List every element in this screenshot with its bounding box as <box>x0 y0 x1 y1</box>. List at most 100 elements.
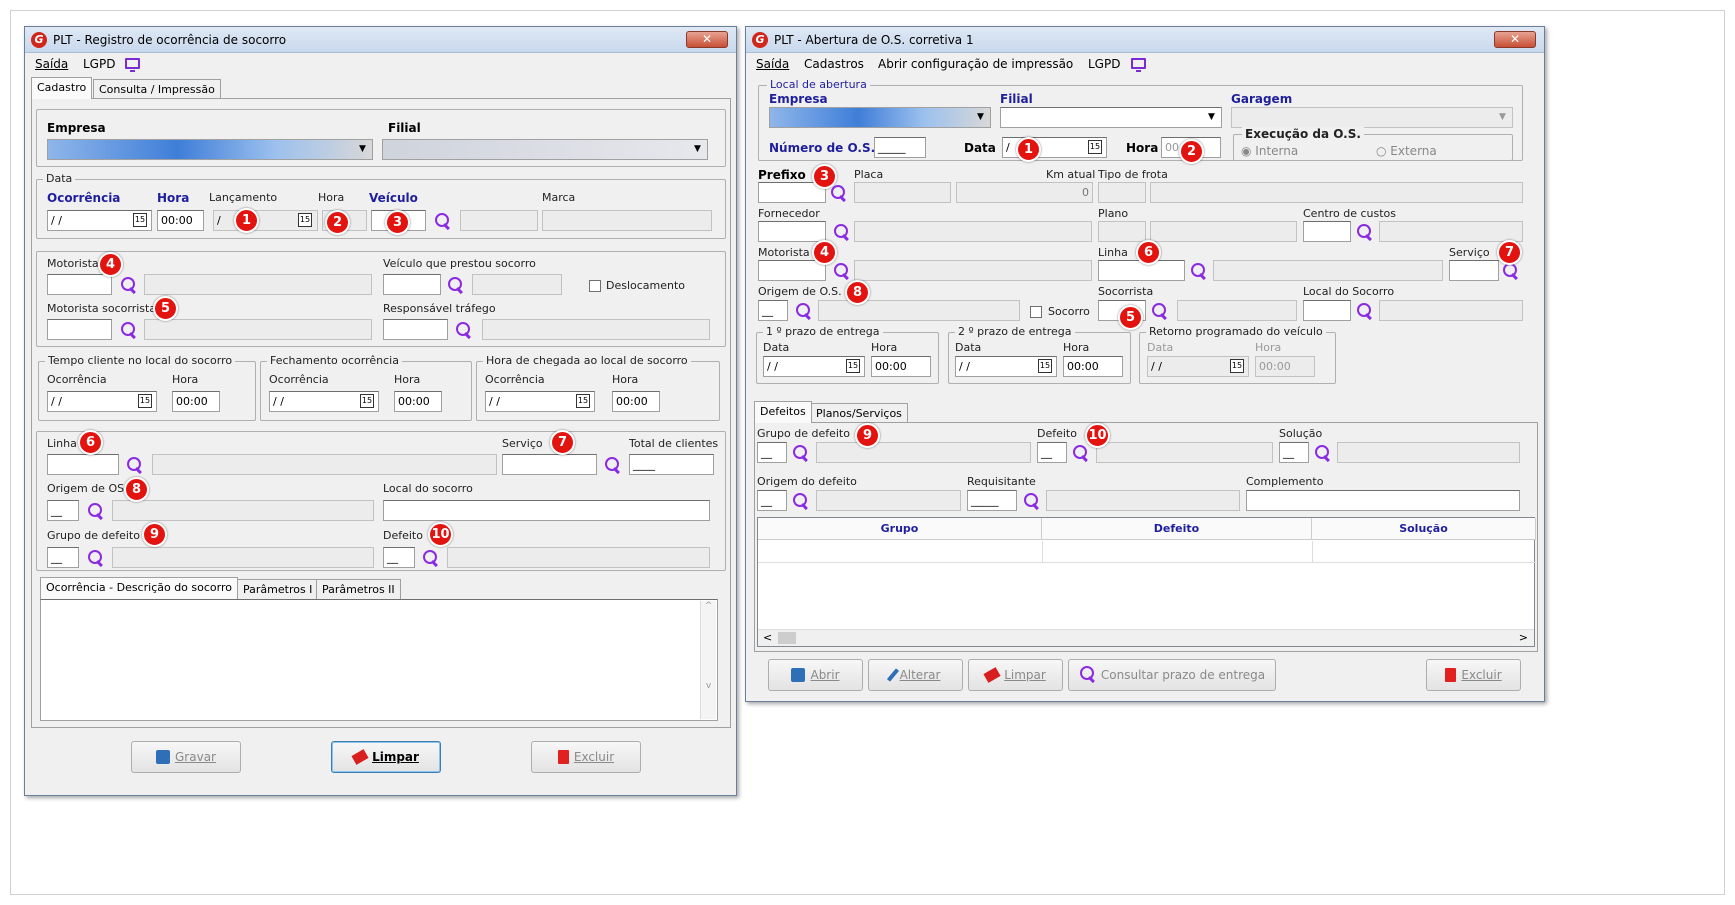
search-icon[interactable] <box>792 444 810 462</box>
search-icon[interactable] <box>833 223 851 241</box>
tab-defeitos[interactable]: Defeitos <box>754 401 812 423</box>
menu-saida[interactable]: Saída <box>35 57 68 71</box>
cheg-hora-input[interactable]: 00:00 <box>612 391 660 412</box>
search-icon[interactable] <box>87 549 105 567</box>
menu-cadastros[interactable]: Cadastros <box>804 57 864 71</box>
search-icon[interactable] <box>434 212 452 230</box>
numero-os-input[interactable]: _____ <box>874 137 926 158</box>
excluir-button[interactable]: Excluir <box>1426 659 1521 691</box>
tab-parametros-1[interactable]: Parâmetros I <box>237 579 319 599</box>
chevron-down-icon[interactable]: ▼ <box>973 110 988 125</box>
origem-os-input[interactable]: __ <box>758 300 788 321</box>
scroll-left-arrow[interactable]: < <box>763 631 772 644</box>
close-button[interactable]: ✕ <box>1494 31 1536 48</box>
calendar-icon[interactable]: 15 <box>1038 359 1052 373</box>
complemento-input[interactable] <box>1246 490 1520 511</box>
search-icon[interactable] <box>1356 302 1374 320</box>
tempo-hora-input[interactable]: 00:00 <box>172 391 220 412</box>
scroll-right-arrow[interactable]: > <box>1519 631 1528 644</box>
socorro-checkbox[interactable] <box>1030 306 1042 318</box>
linha-input[interactable] <box>47 454 119 475</box>
calendar-icon[interactable]: 15 <box>298 213 312 227</box>
close-button[interactable]: ✕ <box>686 31 728 48</box>
search-icon[interactable] <box>795 302 813 320</box>
search-icon[interactable] <box>1190 262 1208 280</box>
tab-consulta-impressao[interactable]: Consulta / Impressão <box>93 79 221 99</box>
solucao-input[interactable]: __ <box>1279 442 1309 463</box>
servico-input[interactable] <box>502 454 597 475</box>
veiculo-prestou-input[interactable] <box>383 274 441 295</box>
motorista-input[interactable] <box>758 260 826 281</box>
origem-os-input[interactable]: __ <box>47 500 79 521</box>
search-icon[interactable] <box>447 276 465 294</box>
chevron-down-icon[interactable]: ▼ <box>690 142 705 157</box>
responsavel-input[interactable] <box>383 319 448 340</box>
chevron-down-icon[interactable]: ▼ <box>1204 110 1219 125</box>
calendar-icon[interactable]: 15 <box>846 359 860 373</box>
menu-lgpd[interactable]: LGPD <box>83 57 115 71</box>
search-icon[interactable] <box>830 184 848 202</box>
menu-lgpd[interactable]: LGPD <box>1088 57 1120 71</box>
empresa-select[interactable]: ▼ <box>47 139 373 160</box>
search-icon[interactable] <box>422 549 440 567</box>
search-icon[interactable] <box>455 321 473 339</box>
search-icon[interactable] <box>87 502 105 520</box>
search-icon[interactable] <box>604 456 622 474</box>
menu-saida[interactable]: Saída <box>756 57 789 71</box>
grupo-defeito-input[interactable]: __ <box>757 442 787 463</box>
limpar-button[interactable]: Limpar <box>968 659 1063 691</box>
gravar-button[interactable]: Gravar <box>131 741 241 773</box>
calendar-icon[interactable]: 15 <box>138 394 152 408</box>
textarea-scrollbar[interactable]: ^ v <box>700 601 716 719</box>
fornecedor-input[interactable] <box>758 221 826 242</box>
hora-input[interactable]: 00:00 <box>157 210 204 231</box>
total-clientes-input[interactable]: ____ <box>629 454 714 475</box>
local-socorro-input[interactable] <box>383 500 710 521</box>
chevron-down-icon[interactable]: ▼ <box>355 142 370 157</box>
grid-header-grupo[interactable]: Grupo <box>758 518 1042 540</box>
monitor-icon[interactable] <box>125 58 140 72</box>
prazo1-hora-input[interactable]: 00:00 <box>871 356 931 377</box>
grupo-defeito-input[interactable]: __ <box>47 547 79 568</box>
local-socorro-input[interactable] <box>1303 300 1351 321</box>
centro-custos-input[interactable] <box>1303 221 1351 242</box>
search-icon[interactable] <box>1151 302 1169 320</box>
deslocamento-checkbox[interactable] <box>589 280 601 292</box>
requisitante-input[interactable]: _____ <box>967 490 1017 511</box>
calendar-icon[interactable]: 15 <box>576 394 590 408</box>
consultar-prazo-button[interactable]: Consultar prazo de entrega <box>1068 659 1276 691</box>
defeito-input[interactable]: __ <box>1037 442 1067 463</box>
tab-descricao-socorro[interactable]: Ocorrência - Descrição do socorro <box>40 577 238 599</box>
descricao-textarea[interactable] <box>40 599 718 721</box>
abrir-button[interactable]: Abrir <box>768 659 863 691</box>
origem-defeito-input[interactable]: __ <box>757 490 787 511</box>
fech-hora-input[interactable]: 00:00 <box>394 391 442 412</box>
calendar-icon[interactable]: 15 <box>1088 140 1102 154</box>
search-icon[interactable] <box>120 276 138 294</box>
empresa-select[interactable]: ▼ <box>769 107 991 128</box>
limpar-button[interactable]: Limpar <box>331 741 441 773</box>
search-icon[interactable] <box>1314 444 1332 462</box>
grid-header-solucao[interactable]: Solução <box>1312 518 1536 540</box>
search-icon[interactable] <box>120 321 138 339</box>
tab-parametros-2[interactable]: Parâmetros II <box>316 579 401 599</box>
motorista-socorrista-input[interactable] <box>47 319 112 340</box>
horizontal-scrollbar[interactable]: < > <box>758 629 1534 646</box>
tab-planos-servicos[interactable]: Planos/Serviços <box>810 403 908 423</box>
excluir-button[interactable]: Excluir <box>531 741 641 773</box>
search-icon[interactable] <box>126 456 144 474</box>
defeito-input[interactable]: __ <box>383 547 415 568</box>
search-icon[interactable] <box>1023 492 1041 510</box>
alterar-button[interactable]: Alterar <box>868 659 963 691</box>
table-row[interactable] <box>758 541 1536 563</box>
monitor-icon[interactable] <box>1131 58 1146 72</box>
calendar-icon[interactable]: 15 <box>133 213 147 227</box>
motorista-input[interactable] <box>47 274 112 295</box>
filial-select[interactable]: ▼ <box>1000 107 1222 128</box>
defeitos-grid[interactable]: Grupo Defeito Solução < > <box>757 517 1536 647</box>
search-icon[interactable] <box>833 262 851 280</box>
search-icon[interactable] <box>1356 223 1374 241</box>
grid-header-defeito[interactable]: Defeito <box>1042 518 1312 540</box>
prazo2-hora-input[interactable]: 00:00 <box>1063 356 1123 377</box>
servico-input[interactable] <box>1449 260 1499 281</box>
